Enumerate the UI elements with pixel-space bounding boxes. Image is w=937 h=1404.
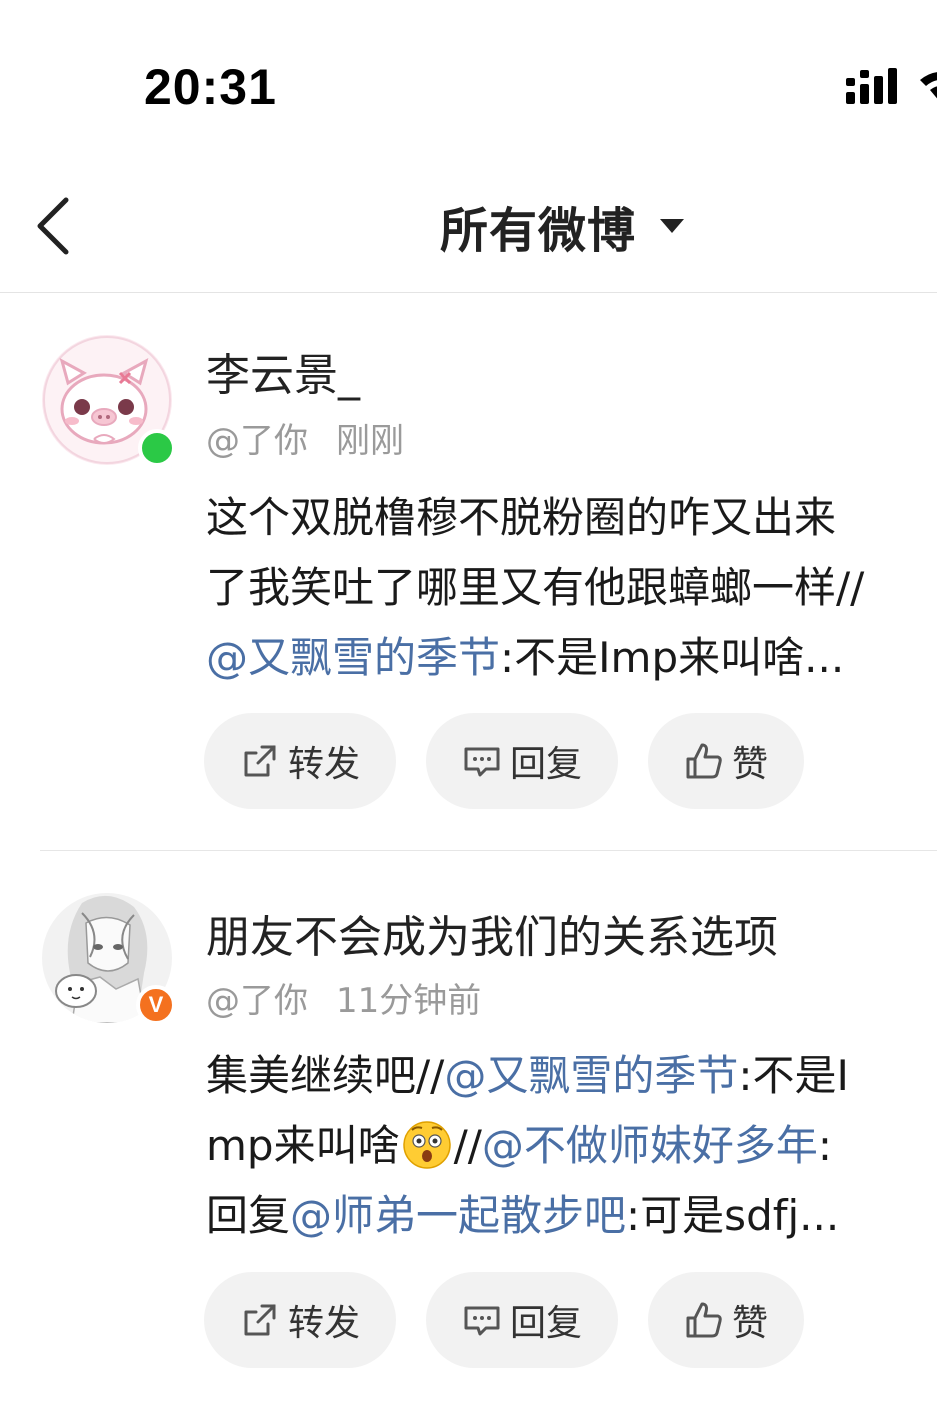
repost-button[interactable]: 转发 [204, 713, 396, 809]
avatar[interactable] [42, 335, 176, 467]
content-text: :可是sdfj... [626, 1191, 840, 1240]
repost-icon [244, 745, 276, 777]
status-time: 20:31 [144, 59, 277, 115]
wifi-icon [920, 68, 937, 104]
content-text: :不是Imp来叫啥... [500, 633, 845, 682]
reply-label: 回复 [509, 744, 582, 785]
post-meta: @了你 刚刚 [206, 413, 404, 462]
content-line: 这个双脱橹穆不脱粉圈的咋又出来 [206, 483, 906, 553]
repost-label: 转发 [287, 1303, 360, 1344]
signal-icon [846, 68, 897, 104]
mention-me-label: @了你 [206, 421, 308, 461]
content-text: :不是I [738, 1051, 849, 1100]
like-button[interactable]: 赞 [648, 713, 804, 809]
post-meta: @了你 11分钟前 [206, 973, 481, 1022]
mention-link[interactable]: @又飘雪的季节 [444, 1051, 738, 1100]
repost-label: 转发 [287, 744, 360, 785]
mention-link[interactable]: @不做师妹好多年 [482, 1121, 818, 1170]
reply-button[interactable]: 回复 [426, 1272, 618, 1368]
post-time: 11分钟前 [336, 981, 482, 1021]
nav-bar: 所有微博 [0, 150, 937, 293]
feed-item: V 朋友不会成为我们的关系选项 @了你 11分钟前 集美继续吧//@又飘雪的季节:… [0, 851, 937, 1404]
mention-link[interactable]: @师弟一起散步吧 [290, 1191, 626, 1240]
mention-link[interactable]: @又飘雪的季节 [206, 633, 500, 682]
post-time: 刚刚 [336, 421, 404, 461]
comment-icon [464, 747, 500, 777]
mention-me-label: @了你 [206, 981, 308, 1021]
reply-label: 回复 [509, 1303, 582, 1344]
verified-badge-icon: V [136, 985, 176, 1025]
post-content[interactable]: 集美继续吧//@又飘雪的季节:不是I mp来叫啥 //@不做师妹好多年: 回复@师弟一… [206, 1041, 906, 1251]
feed-filter-dropdown[interactable]: 所有微博 [440, 196, 685, 259]
reply-button[interactable]: 回复 [426, 713, 618, 809]
back-arrow-icon[interactable] [30, 194, 80, 258]
content-text: : [817, 1121, 833, 1170]
content-line: 回复@师弟一起散步吧:可是sdfj... [206, 1181, 906, 1251]
surprised-emoji-icon [400, 1116, 454, 1170]
content-text: 了我笑吐了哪里又有他跟蟑螂一样// [206, 563, 865, 612]
dropdown-caret-icon [660, 219, 685, 233]
content-text: 回复 [206, 1191, 291, 1240]
like-icon [686, 1302, 722, 1338]
like-button[interactable]: 赞 [648, 1272, 804, 1368]
username[interactable]: 李云景_ [206, 339, 360, 403]
content-text: mp来叫啥 [206, 1121, 400, 1170]
content-line: 集美继续吧//@又飘雪的季节:不是I [206, 1041, 906, 1111]
avatar[interactable]: V [42, 893, 176, 1025]
content-line: @又飘雪的季节:不是Imp来叫啥... [206, 623, 906, 693]
status-bar: 20:31 [0, 0, 937, 150]
content-text: // [453, 1121, 482, 1170]
like-icon [686, 743, 722, 779]
repost-icon [244, 1304, 276, 1336]
online-status-dot [138, 429, 176, 467]
username[interactable]: 朋友不会成为我们的关系选项 [206, 901, 778, 965]
like-label: 赞 [731, 1303, 768, 1344]
like-label: 赞 [731, 744, 768, 785]
content-text: 集美继续吧// [206, 1051, 445, 1100]
nav-title: 所有微博 [440, 203, 637, 259]
feed-item: 李云景_ @了你 刚刚 这个双脱橹穆不脱粉圈的咋又出来 了我笑吐了哪里又有他跟蟑螂一… [0, 293, 937, 849]
content-line: mp来叫啥 //@不做师妹好多年: [206, 1111, 906, 1181]
comment-icon [464, 1306, 500, 1336]
content-line: 了我笑吐了哪里又有他跟蟑螂一样// [206, 553, 906, 623]
repost-button[interactable]: 转发 [204, 1272, 396, 1368]
content-text: 这个双脱橹穆不脱粉圈的咋又出来 [206, 493, 837, 542]
post-content[interactable]: 这个双脱橹穆不脱粉圈的咋又出来 了我笑吐了哪里又有他跟蟑螂一样// @又飘雪的季节:… [206, 483, 906, 693]
